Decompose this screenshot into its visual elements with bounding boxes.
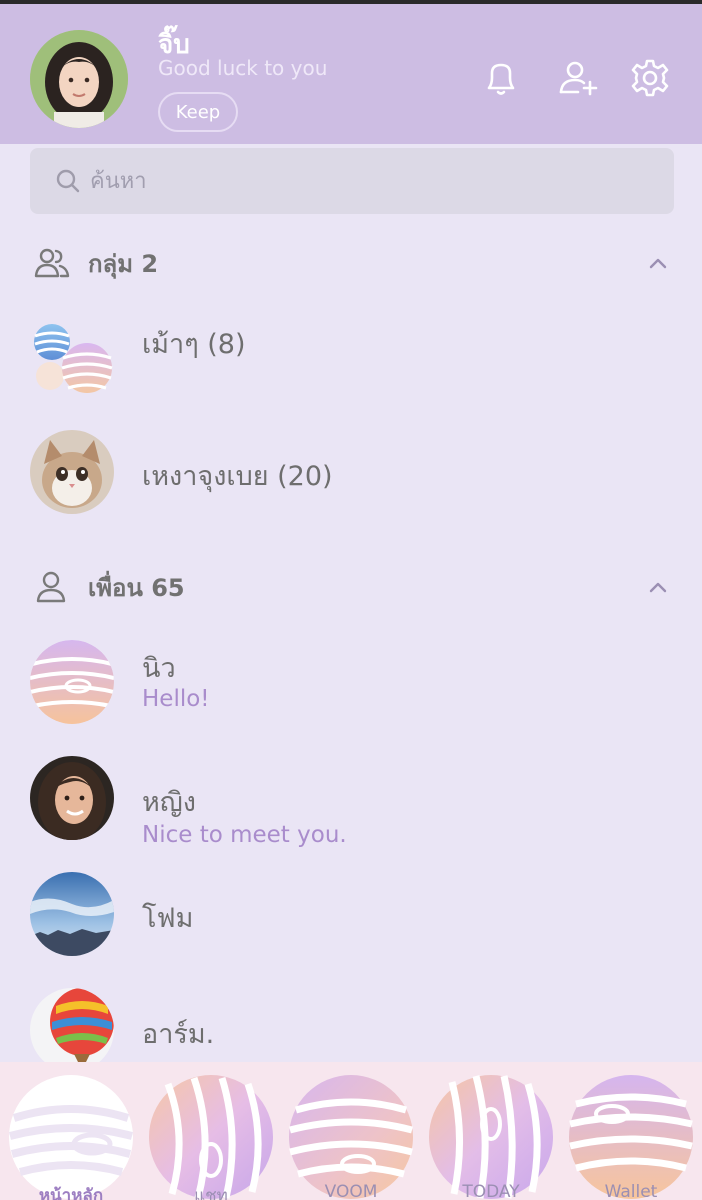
bottom-tab-bar: หน้าหลัก แชท VOOM TODAY Wallet bbox=[0, 1062, 702, 1200]
friend-row[interactable]: นิว Hello! bbox=[0, 640, 702, 740]
groups-section-label: กลุ่ม 2 bbox=[88, 249, 159, 278]
tab-label: TODAY bbox=[462, 1182, 520, 1200]
friend-row[interactable]: โฟม bbox=[0, 872, 702, 972]
friend-avatar bbox=[30, 756, 114, 840]
add-friend-icon[interactable] bbox=[556, 56, 600, 100]
chevron-up-icon[interactable] bbox=[644, 573, 672, 601]
friend-avatar bbox=[30, 640, 114, 724]
tab-label: หน้าหลัก bbox=[38, 1186, 104, 1200]
friends-section-label: เพื่อน 65 bbox=[88, 573, 185, 602]
profile-header: จิ๊บ Good luck to you Keep bbox=[0, 4, 702, 144]
profile-avatar[interactable] bbox=[30, 30, 128, 128]
tab-today[interactable]: TODAY bbox=[428, 1074, 554, 1200]
friend-row[interactable]: หญิง Nice to meet you. bbox=[0, 756, 702, 856]
friend-avatar bbox=[30, 872, 114, 956]
tab-label: แชท bbox=[194, 1186, 228, 1200]
friend-name: อาร์ม. bbox=[142, 1019, 215, 1050]
group-name: เม้าๆ (8) bbox=[142, 329, 246, 360]
settings-gear-icon[interactable] bbox=[628, 56, 672, 100]
groups-section-header[interactable]: กลุ่ม 2 bbox=[0, 238, 702, 288]
friend-name: หญิง bbox=[142, 787, 196, 818]
tab-chat[interactable]: แชท bbox=[148, 1074, 274, 1200]
person-icon bbox=[36, 571, 66, 603]
friend-avatar bbox=[30, 988, 114, 1072]
friend-name: นิว bbox=[142, 653, 176, 684]
friends-section-header[interactable]: เพื่อน 65 bbox=[0, 562, 702, 612]
group-row[interactable]: เหงาจุงเบย (20) bbox=[0, 430, 702, 530]
tab-label: VOOM bbox=[324, 1182, 378, 1200]
tab-label: Wallet bbox=[604, 1182, 658, 1200]
tab-wallet[interactable]: Wallet bbox=[568, 1074, 694, 1200]
search-input[interactable] bbox=[90, 168, 650, 194]
bell-icon[interactable] bbox=[479, 56, 523, 100]
tab-home[interactable]: หน้าหลัก bbox=[8, 1074, 134, 1200]
group-avatar bbox=[30, 316, 114, 400]
friend-status-message: Nice to meet you. bbox=[142, 822, 347, 848]
friend-status-message: Hello! bbox=[142, 686, 210, 712]
group-name: เหงาจุงเบย (20) bbox=[142, 461, 333, 492]
search-icon bbox=[56, 169, 80, 193]
group-icon bbox=[34, 248, 70, 278]
chevron-up-icon[interactable] bbox=[644, 249, 672, 277]
friend-name: โฟม bbox=[142, 903, 194, 934]
tab-voom[interactable]: VOOM bbox=[288, 1074, 414, 1200]
search-bar[interactable] bbox=[30, 148, 674, 214]
group-avatar bbox=[30, 430, 114, 514]
profile-status-message[interactable]: Good luck to you bbox=[158, 56, 327, 80]
group-row[interactable]: เม้าๆ (8) bbox=[0, 316, 702, 416]
keep-button[interactable]: Keep bbox=[158, 92, 238, 132]
